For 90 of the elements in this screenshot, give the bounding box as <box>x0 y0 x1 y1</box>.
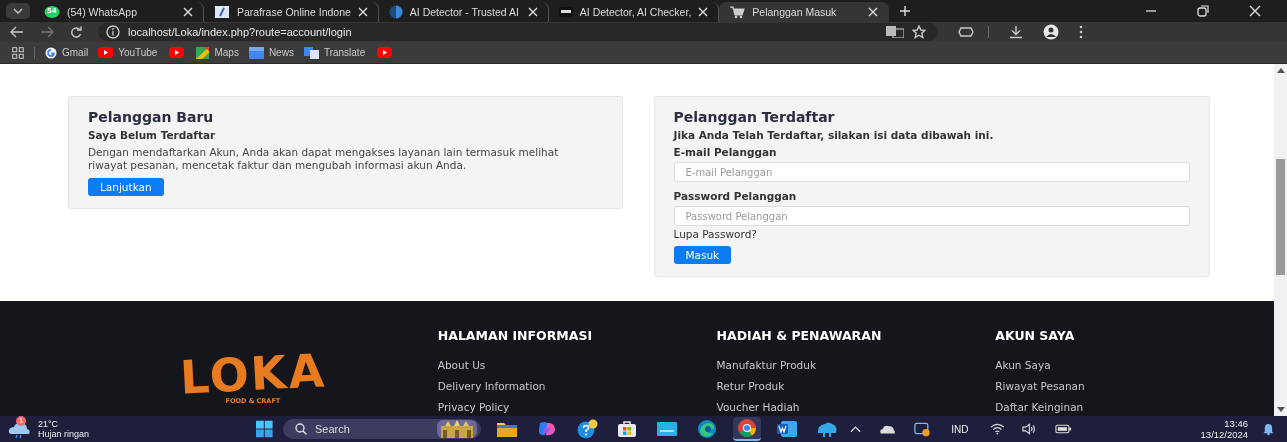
play-icon[interactable] <box>169 47 185 58</box>
footer-link[interactable]: Daftar Keinginan <box>995 397 1084 416</box>
store-bag-icon[interactable] <box>616 420 639 438</box>
footer-link[interactable]: Akun Saya <box>995 355 1051 376</box>
tab-title: AI Detector - Trusted AI <box>409 6 520 18</box>
description-text: Dengan mendaftarkan Akun, Anda akan dapat mengakses layanan lain termasuk melihat riwayat pesanan, mencetak faktur dan mengubah informasi akun Anda. <box>88 146 560 172</box>
close-icon[interactable] <box>183 7 193 17</box>
app-tile-icon[interactable] <box>656 420 679 438</box>
circle-logo-icon <box>388 5 403 19</box>
close-icon[interactable] <box>1249 5 1261 17</box>
scroll-up-icon[interactable] <box>1276 67 1285 73</box>
language-indicator[interactable]: IND <box>951 423 969 435</box>
close-icon[interactable] <box>357 7 368 17</box>
close-icon[interactable] <box>868 7 879 17</box>
restore-icon[interactable] <box>1197 5 1209 17</box>
weather-condition: Hujan ringan <box>38 429 90 439</box>
search-icon <box>295 423 307 435</box>
scroll-thumb[interactable] <box>1276 159 1285 275</box>
address-bar[interactable]: localhost/Loka/index.php?route=account/login <box>98 23 938 41</box>
panel-intro: Jika Anda Telah Terdaftar, silakan isi data dibawah ini. <box>673 129 994 141</box>
footer-heading: HALAMAN INFORMASI <box>437 328 593 343</box>
speaker-icon[interactable] <box>1022 423 1037 435</box>
scroll-down-icon[interactable] <box>1276 407 1285 413</box>
apps-grid-icon[interactable] <box>12 46 24 59</box>
footer-link[interactable]: Manufaktur Produk <box>716 355 816 376</box>
bookmark-link[interactable]: Translate <box>303 46 366 59</box>
chevron-down-icon[interactable] <box>6 3 30 19</box>
cloud-icon[interactable] <box>879 424 896 434</box>
continue-button[interactable]: Lanjutkan <box>88 178 164 196</box>
temperature: 21°C <box>38 419 60 429</box>
close-icon[interactable] <box>527 7 538 17</box>
play-icon[interactable] <box>377 47 393 58</box>
forward-arrow-icon[interactable] <box>40 26 54 38</box>
map-icon <box>196 46 210 59</box>
bookmark-link[interactable]: News <box>248 46 294 59</box>
panel-title: Pelanggan Terdaftar <box>673 109 835 125</box>
info-icon <box>106 25 120 39</box>
help-icon[interactable] <box>575 419 600 439</box>
login-button[interactable]: Masuk <box>673 246 732 264</box>
chrome-logo-icon[interactable] <box>737 418 758 438</box>
document-tile-icon[interactable] <box>776 420 799 438</box>
page-icon <box>214 5 230 19</box>
wave-logo-icon[interactable] <box>697 419 718 439</box>
bell-icon[interactable] <box>1262 422 1275 436</box>
plus-icon[interactable] <box>899 5 912 17</box>
google-icon <box>45 46 57 59</box>
newspaper-icon <box>248 46 264 59</box>
footer-heading: AKUN SAYA <box>995 328 1075 343</box>
battery-icon[interactable] <box>1055 424 1072 434</box>
back-arrow-icon[interactable] <box>10 26 24 38</box>
footer-link[interactable]: Privacy Policy <box>437 397 510 416</box>
forgot-password-link[interactable]: Lupa Password? <box>673 228 757 240</box>
tab-title: AI Detector, AI Checker, <box>579 6 692 18</box>
footer-heading: HADIAH & PENAWARAN <box>716 328 882 343</box>
footer-link[interactable]: Riwayat Pesanan <box>995 376 1085 397</box>
wifi-icon[interactable] <box>989 423 1005 435</box>
password-field[interactable]: Password Pelanggan <box>673 206 1190 226</box>
windows-start-icon[interactable] <box>256 420 273 438</box>
more-menu-icon[interactable] <box>1079 25 1083 39</box>
cloud-app-icon[interactable] <box>816 420 839 438</box>
tab-title: Parafrase Online Indone <box>237 6 351 18</box>
footer-link[interactable]: About Us <box>437 355 486 376</box>
tab-title: Pelanggan Masuk <box>752 6 838 18</box>
browser-tab[interactable]: Pelanggan Masuk <box>719 2 890 22</box>
panel-subtitle: Saya Belum Terdaftar <box>88 129 216 141</box>
field-label: Password Pelanggan <box>673 190 797 202</box>
scrollbar[interactable] <box>1274 64 1287 416</box>
footer-link[interactable]: Voucher Hadiah <box>716 397 800 416</box>
cart-icon <box>729 5 746 19</box>
panel-title: Pelanggan Baru <box>88 109 214 125</box>
url-text: localhost/Loka/index.php?route=account/login <box>128 26 352 38</box>
taskbar-search-field[interactable]: Search <box>283 419 482 439</box>
footer-link[interactable]: Retur Produk <box>716 376 785 397</box>
folder-icon[interactable] <box>496 420 519 438</box>
email-field[interactable]: E-mail Pelanggan <box>673 162 1190 182</box>
bookmark-link[interactable]: YouTube <box>98 47 158 58</box>
reload-icon[interactable] <box>70 26 82 38</box>
logo-tile-icon <box>558 7 573 17</box>
download-icon[interactable] <box>1009 25 1023 39</box>
footer-link[interactable]: Delivery Information <box>437 376 546 397</box>
bookmark-link[interactable]: Gmail <box>45 46 89 59</box>
profile-icon[interactable] <box>1043 24 1059 40</box>
star-icon[interactable] <box>912 25 926 39</box>
field-label: E-mail Pelanggan <box>673 146 777 158</box>
chevron-up-icon[interactable] <box>850 425 862 433</box>
clock[interactable]: 13:46 13/12/2024 <box>1200 418 1249 440</box>
close-icon[interactable] <box>698 7 709 17</box>
play-icon <box>98 47 114 58</box>
tab-title: (54) WhatsApp <box>67 6 139 18</box>
bookmark-link[interactable]: Maps <box>196 46 239 59</box>
